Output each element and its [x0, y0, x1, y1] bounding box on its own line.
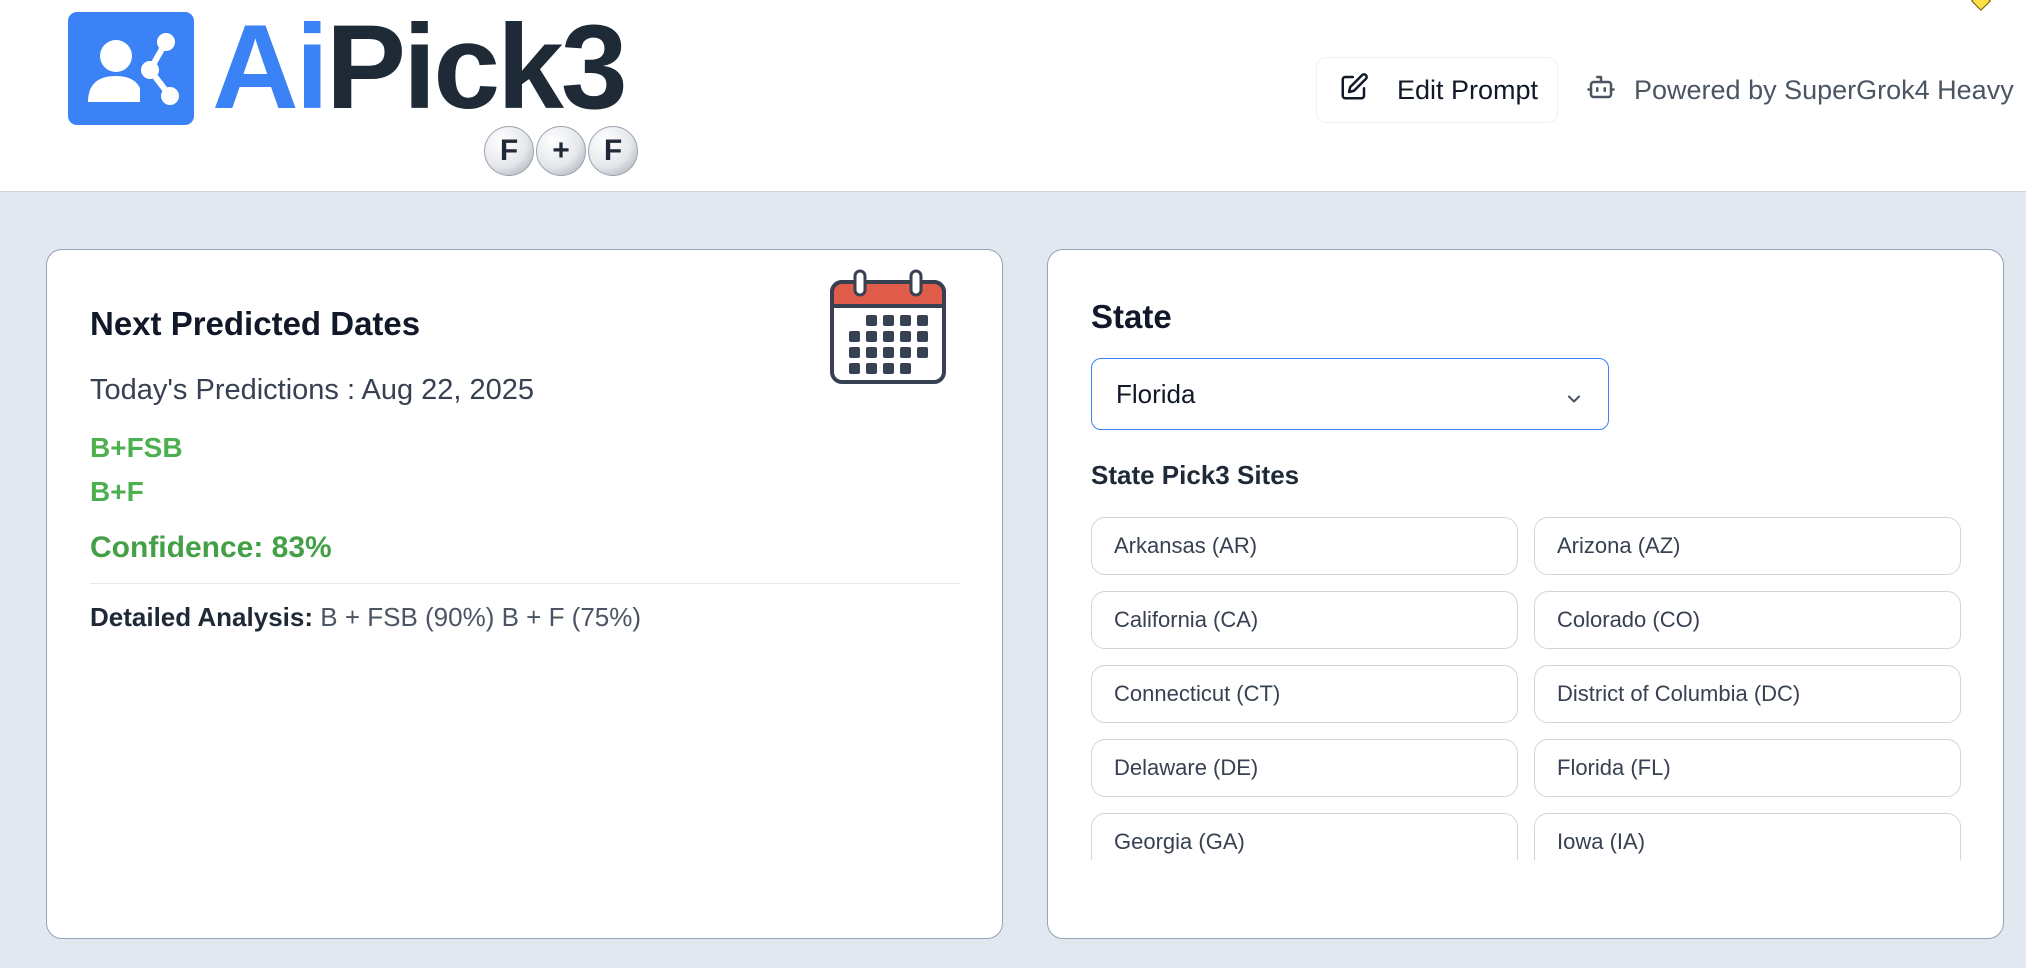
app-header: AiPick3 F + F Edit Prompt Powered by Sup… [0, 0, 2026, 192]
site-button[interactable]: Iowa (IA) [1534, 813, 1961, 860]
site-button[interactable]: Arkansas (AR) [1091, 517, 1518, 575]
site-button[interactable]: Colorado (CO) [1534, 591, 1961, 649]
prediction-item: B+FSB [90, 432, 183, 463]
sites-title: State Pick3 Sites [1091, 460, 1300, 490]
logo-ball: + [536, 126, 586, 176]
site-button[interactable]: Arizona (AZ) [1534, 517, 1961, 575]
logo-share-user-icon [68, 12, 194, 125]
today-predictions-date: Today's Predictions : Aug 22, 2025 [90, 374, 535, 406]
state-select[interactable]: Florida [1091, 358, 1609, 430]
logo-balls: F + F [484, 126, 638, 176]
logo-ball: F [484, 126, 534, 176]
detailed-analysis: Detailed Analysis: B + FSB (90%) B + F (… [90, 602, 641, 633]
robot-icon [1586, 72, 1616, 109]
logo-ball: F [588, 126, 638, 176]
detailed-analysis-text: B + FSB (90%) B + F (75%) [320, 602, 642, 632]
site-button[interactable]: District of Columbia (DC) [1534, 665, 1961, 723]
state-select-value: Florida [1116, 378, 1196, 409]
state-title: State [1091, 298, 1172, 335]
confidence-value: Confidence: 83% [90, 531, 332, 564]
sites-list[interactable]: Arkansas (AR) Arizona (AZ) California (C… [1091, 517, 1961, 860]
edit-prompt-label: Edit Prompt [1397, 74, 1539, 105]
prediction-item: B+F [90, 476, 144, 507]
site-button[interactable]: Florida (FL) [1534, 739, 1961, 797]
site-button[interactable]: Delaware (DE) [1091, 739, 1518, 797]
predictions-card: Next Predicted Dates Today's Predictions… [46, 249, 1003, 939]
calendar-icon [829, 268, 947, 386]
powered-by: Powered by SuperGrok4 Heavy [1586, 70, 2014, 110]
divider [90, 583, 960, 584]
site-button[interactable]: Connecticut (CT) [1091, 665, 1518, 723]
logo[interactable]: AiPick3 F + F [48, 2, 680, 176]
predictions-title: Next Predicted Dates [90, 305, 421, 342]
state-card: State Florida State Pick3 Sites Arkansas… [1047, 249, 2004, 939]
chevron-down-icon [1564, 385, 1584, 416]
edit-prompt-button[interactable]: Edit Prompt [1316, 57, 1558, 123]
site-button[interactable]: California (CA) [1091, 591, 1518, 649]
edit-icon [1339, 72, 1369, 109]
site-button[interactable]: Georgia (GA) [1091, 813, 1518, 860]
logo-text: AiPick3 [212, 0, 628, 134]
detailed-analysis-label: Detailed Analysis: [90, 602, 314, 632]
powered-by-label: Powered by SuperGrok4 Heavy [1634, 74, 2014, 105]
